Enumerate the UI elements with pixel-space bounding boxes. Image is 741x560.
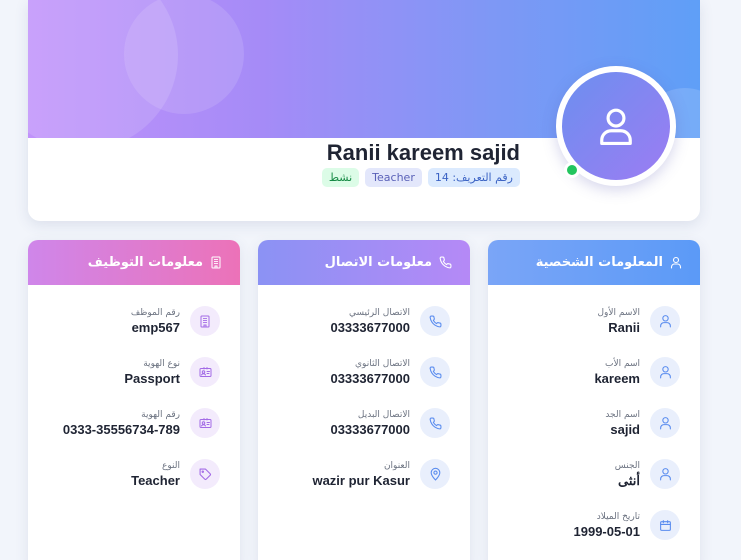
id-badge: رقم التعريف: 14	[427, 168, 520, 187]
profile-name: Ranii kareem sajid	[326, 140, 520, 165]
online-status-indicator	[564, 162, 580, 178]
personal-info-card: المعلومات الشخصية الاسم الأول Ranii اسم …	[488, 240, 700, 560]
row-value: Passport	[124, 371, 180, 386]
row-label: الاتصال البديل	[357, 410, 410, 420]
info-row-employee-number: رقم الموظف emp567	[28, 306, 240, 342]
contact-info-header: معلومات الاتصال	[258, 240, 470, 285]
info-row-gender: الجنس أنثى	[488, 459, 700, 495]
row-label: الاسم الأول	[597, 308, 640, 318]
id-card-icon	[190, 357, 220, 387]
phone-icon	[439, 256, 452, 269]
info-row-id-type: نوع الهوية Passport	[28, 357, 240, 393]
row-value: 0333-35556734-789	[62, 422, 180, 437]
banner-decoration	[124, 0, 244, 114]
row-label: رقم الهوية	[141, 410, 180, 420]
row-value: kareem	[594, 371, 640, 386]
building-icon	[190, 306, 220, 336]
info-row-id-number: رقم الهوية 0333-35556734-789	[28, 408, 240, 444]
info-row-primary-phone: الاتصال الرئيسي 03333677000	[258, 306, 470, 342]
row-label: الاتصال الرئيسي	[348, 308, 410, 318]
row-value: أنثى	[618, 473, 640, 488]
user-icon	[650, 357, 680, 387]
row-label: النوع	[162, 461, 180, 471]
user-icon	[650, 306, 680, 336]
building-icon	[210, 256, 222, 269]
row-value: 1999-05-01	[573, 524, 641, 539]
card-title: معلومات التوظيف	[87, 255, 203, 270]
row-value: 03333677000	[330, 320, 410, 335]
user-icon	[650, 408, 680, 438]
row-label: تاريخ الميلاد	[596, 512, 640, 522]
profile-badges: رقم التعريف: 14 Teacher نشط	[321, 168, 520, 187]
tag-icon	[190, 459, 220, 489]
phone-icon	[420, 408, 450, 438]
row-label: رقم الموظف	[130, 308, 180, 318]
id-card-icon	[190, 408, 220, 438]
row-label: نوع الهوية	[143, 359, 180, 369]
status-badge: نشط	[321, 168, 360, 187]
row-label: اسم الأب	[605, 359, 640, 369]
info-row-grandfather-name: اسم الجد sajid	[488, 408, 700, 444]
contact-info-card: معلومات الاتصال الاتصال الرئيسي 03333677…	[258, 240, 470, 560]
row-value: 03333677000	[330, 371, 410, 386]
info-row-role-type: النوع Teacher	[28, 459, 240, 495]
row-label: اسم الجد	[605, 410, 640, 420]
location-pin-icon	[420, 459, 450, 489]
row-label: الجنس	[614, 461, 640, 471]
row-value: wazir pur Kasur	[312, 473, 410, 488]
personal-info-header: المعلومات الشخصية	[488, 240, 700, 285]
calendar-icon	[650, 510, 680, 540]
row-value: Ranii	[608, 320, 640, 335]
row-value: Teacher	[131, 473, 180, 488]
row-label: الاتصال الثانوي	[355, 359, 410, 369]
employment-info-header: معلومات التوظيف	[28, 240, 240, 285]
row-value: sajid	[610, 422, 640, 437]
role-badge: Teacher	[365, 168, 422, 187]
row-label: العنوان	[383, 461, 410, 471]
info-row-first-name: الاسم الأول Ranii	[488, 306, 700, 342]
avatar-circle	[562, 72, 670, 180]
employment-info-card: معلومات التوظيف رقم الموظف emp567 نوع ال…	[28, 240, 240, 560]
card-title: المعلومات الشخصية	[535, 255, 663, 270]
row-value: emp567	[131, 320, 180, 335]
info-row-alternate-phone: الاتصال البديل 03333677000	[258, 408, 470, 444]
info-row-secondary-phone: الاتصال الثانوي 03333677000	[258, 357, 470, 393]
info-row-address: العنوان wazir pur Kasur	[258, 459, 470, 495]
phone-icon	[420, 357, 450, 387]
phone-icon	[420, 306, 450, 336]
info-row-birth-date: تاريخ الميلاد 1999-05-01	[488, 510, 700, 546]
user-icon	[600, 108, 632, 146]
info-row-father-name: اسم الأب kareem	[488, 357, 700, 393]
row-value: 03333677000	[330, 422, 410, 437]
user-icon	[650, 459, 680, 489]
user-icon	[670, 256, 682, 269]
card-title: معلومات الاتصال	[324, 255, 432, 270]
